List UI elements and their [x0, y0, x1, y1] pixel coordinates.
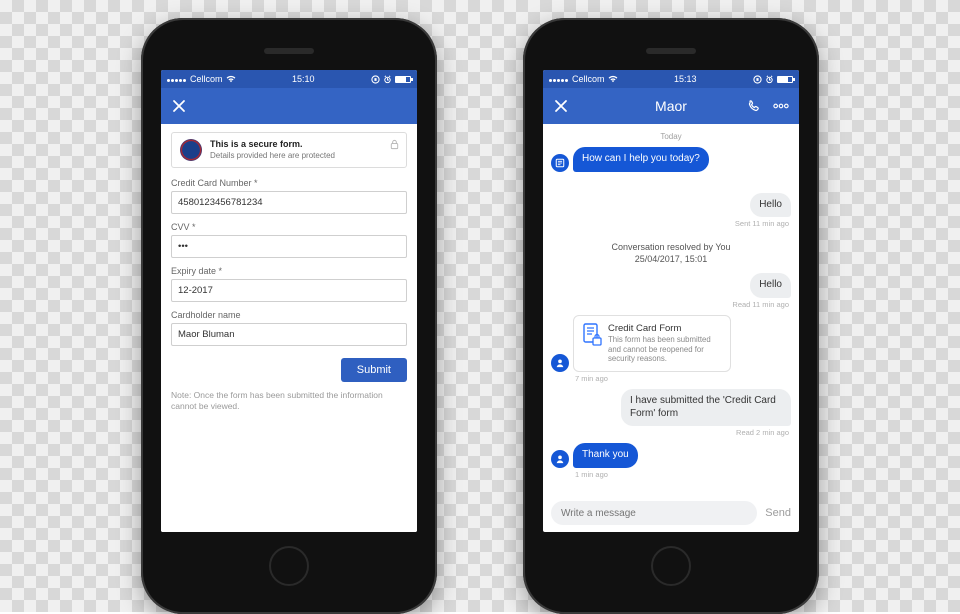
status-time: 15:10	[292, 74, 315, 84]
message-row-user: Hello	[551, 193, 791, 218]
more-icon[interactable]	[773, 98, 789, 114]
cvv-input[interactable]	[171, 235, 407, 258]
cardholder-label: Cardholder name	[171, 310, 407, 320]
cc-number-input[interactable]	[171, 191, 407, 214]
home-button[interactable]	[651, 546, 691, 586]
wifi-icon	[608, 75, 618, 83]
message-row-agent: Thank you	[551, 443, 791, 468]
message-input-wrap[interactable]	[551, 501, 757, 525]
call-icon[interactable]	[745, 98, 761, 114]
message-bubble[interactable]: How can I help you today?	[573, 147, 709, 172]
wifi-icon	[226, 75, 236, 83]
home-button[interactable]	[269, 546, 309, 586]
expiry-input[interactable]	[171, 279, 407, 302]
message-bubble[interactable]: Hello	[750, 273, 791, 298]
lock-icon	[389, 139, 400, 153]
orientation-lock-icon	[371, 75, 380, 84]
message-meta: Sent 11 min ago	[551, 219, 791, 228]
message-bubble[interactable]: Thank you	[573, 443, 638, 468]
chat-body: Today How can I help you today? Hello Se…	[543, 124, 799, 500]
secure-form-banner: This is a secure form. Details provided …	[171, 132, 407, 168]
document-lock-icon	[582, 323, 602, 347]
status-carrier: Cellcom	[572, 74, 605, 84]
form-card-subtitle: This form has been submitted and cannot …	[608, 335, 722, 364]
message-bubble[interactable]: I have submitted the 'Credit Card Form' …	[621, 389, 791, 426]
message-row-agent: How can I help you today?	[551, 147, 791, 172]
message-meta: 1 min ago	[551, 470, 791, 479]
app-header: Maor	[543, 88, 799, 124]
screen-form: Cellcom 15:10 This	[161, 70, 417, 532]
expiry-label: Expiry date *	[171, 266, 407, 276]
message-bubble[interactable]: Hello	[750, 193, 791, 218]
cvv-label: CVV *	[171, 222, 407, 232]
app-header	[161, 88, 417, 124]
message-row-agent: Credit Card Form This form has been subm…	[551, 315, 791, 372]
phone-mockup-form: Cellcom 15:10 This	[141, 18, 437, 614]
cardholder-input[interactable]	[171, 323, 407, 346]
form-body: This is a secure form. Details provided …	[161, 124, 417, 532]
message-composer: Send	[543, 500, 799, 532]
day-label: Today	[551, 132, 791, 141]
send-button[interactable]: Send	[765, 507, 791, 519]
phone-speaker	[264, 48, 314, 54]
agent-avatar-icon	[551, 450, 569, 468]
agent-avatar-icon	[551, 354, 569, 372]
orientation-lock-icon	[753, 75, 762, 84]
signal-dots-icon	[549, 74, 569, 84]
status-carrier: Cellcom	[190, 74, 223, 84]
screen-chat: Cellcom 15:13 Maor	[543, 70, 799, 532]
form-card[interactable]: Credit Card Form This form has been subm…	[573, 315, 731, 372]
status-time: 15:13	[674, 74, 697, 84]
message-meta: 7 min ago	[551, 374, 791, 383]
status-bar: Cellcom 15:10	[161, 70, 417, 88]
message-meta: Read 2 min ago	[551, 428, 791, 437]
alarm-icon	[383, 75, 392, 84]
signal-dots-icon	[167, 74, 187, 84]
agent-avatar-icon	[551, 154, 569, 172]
status-bar: Cellcom 15:13	[543, 70, 799, 88]
alarm-icon	[765, 75, 774, 84]
form-card-title: Credit Card Form	[608, 323, 722, 334]
secure-title: This is a secure form.	[210, 139, 303, 149]
message-meta: Read 11 min ago	[551, 300, 791, 309]
conversation-resolved-notice: Conversation resolved by You 25/04/2017,…	[551, 242, 791, 265]
message-row-user: Hello	[551, 273, 791, 298]
secure-subtitle: Details provided here are protected	[210, 151, 335, 160]
form-note: Note: Once the form has been submitted t…	[171, 390, 407, 412]
battery-icon	[777, 76, 793, 83]
close-icon[interactable]	[171, 98, 187, 114]
submit-button[interactable]: Submit	[341, 358, 407, 382]
message-row-user: I have submitted the 'Credit Card Form' …	[551, 389, 791, 426]
secure-seal-icon	[180, 139, 202, 161]
cc-number-label: Credit Card Number *	[171, 178, 407, 188]
message-input[interactable]	[561, 508, 747, 519]
battery-icon	[395, 76, 411, 83]
phone-speaker	[646, 48, 696, 54]
phone-mockup-chat: Cellcom 15:13 Maor	[523, 18, 819, 614]
